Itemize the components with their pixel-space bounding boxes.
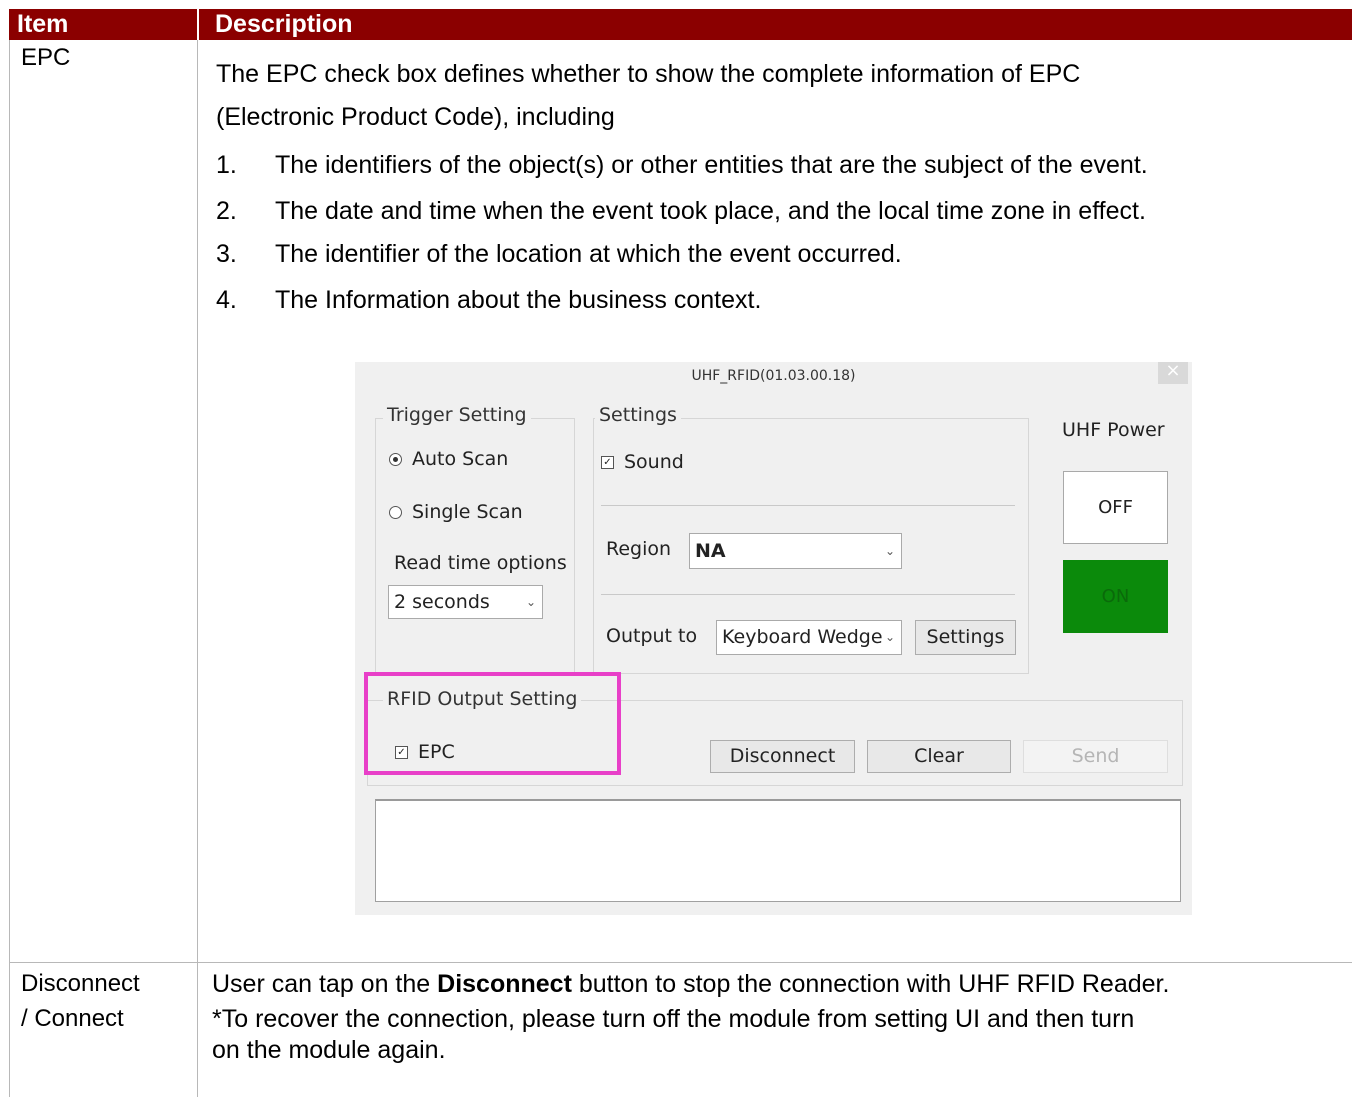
uhf-power-label: UHF Power bbox=[1062, 419, 1165, 441]
header-description: Description bbox=[215, 10, 353, 38]
single-scan-radio[interactable]: Single Scan bbox=[389, 501, 523, 523]
send-button[interactable]: Send bbox=[1023, 740, 1168, 773]
output-settings-button[interactable]: Settings bbox=[915, 620, 1016, 655]
sound-label: Sound bbox=[624, 451, 684, 473]
settings-group-label: Settings bbox=[595, 404, 681, 426]
radio-unselected-icon bbox=[389, 506, 402, 519]
description-text: button to stop the connection with UHF R… bbox=[571, 970, 1170, 998]
close-icon[interactable]: × bbox=[1158, 362, 1188, 384]
output-textbox[interactable] bbox=[375, 799, 1181, 902]
list-item-number: 2. bbox=[216, 197, 237, 225]
chevron-down-icon: ⌄ bbox=[884, 544, 895, 558]
settings-divider bbox=[601, 594, 1015, 595]
epc-description-line2: (Electronic Product Code), including bbox=[216, 103, 615, 131]
table-row-divider bbox=[9, 962, 1352, 963]
table-column-divider bbox=[197, 40, 198, 1097]
app-window-title: UHF_RFID(01.03.00.18) bbox=[691, 368, 856, 384]
radio-selected-icon bbox=[389, 453, 402, 466]
header-divider bbox=[197, 9, 199, 40]
region-value: NA bbox=[695, 540, 726, 562]
header-item: Item bbox=[17, 10, 69, 38]
settings-divider bbox=[601, 505, 1015, 506]
item-disconnect-line1: Disconnect bbox=[21, 970, 140, 997]
list-item-number: 1. bbox=[216, 151, 237, 179]
trigger-setting-label: Trigger Setting bbox=[383, 404, 531, 426]
item-epc: EPC bbox=[21, 44, 71, 71]
output-to-select[interactable]: Keyboard Wedge ⌄ bbox=[716, 620, 902, 655]
output-to-value: Keyboard Wedge bbox=[722, 626, 883, 648]
chevron-down-icon: ⌄ bbox=[525, 595, 536, 609]
list-item-number: 4. bbox=[216, 286, 237, 314]
description-text: User can tap on the bbox=[212, 970, 438, 998]
item-disconnect-line2: / Connect bbox=[21, 1005, 124, 1032]
disconnect-description-line1: User can tap on the Disconnect button to… bbox=[212, 969, 1169, 999]
read-time-label: Read time options bbox=[394, 552, 567, 574]
table-header: Item Description bbox=[9, 9, 1352, 40]
auto-scan-label: Auto Scan bbox=[412, 448, 509, 470]
region-select[interactable]: NA ⌄ bbox=[689, 533, 902, 569]
list-item: The identifier of the location at which … bbox=[275, 240, 902, 268]
description-bold-text: Disconnect bbox=[437, 970, 572, 998]
single-scan-label: Single Scan bbox=[412, 501, 523, 523]
checkbox-checked-icon: ✓ bbox=[601, 456, 614, 469]
disconnect-description-line3: on the module again. bbox=[212, 1036, 446, 1064]
chevron-down-icon: ⌄ bbox=[884, 630, 895, 644]
epc-description-line1: The EPC check box defines whether to sho… bbox=[216, 60, 1081, 88]
output-to-label: Output to bbox=[606, 625, 698, 647]
list-item: The identifiers of the object(s) or othe… bbox=[275, 151, 1148, 179]
disconnect-button[interactable]: Disconnect bbox=[710, 740, 855, 773]
read-time-value: 2 seconds bbox=[394, 591, 490, 613]
list-item: The Information about the business conte… bbox=[275, 286, 762, 314]
read-time-select[interactable]: 2 seconds ⌄ bbox=[388, 585, 543, 619]
table-left-border bbox=[9, 40, 10, 1097]
auto-scan-radio[interactable]: Auto Scan bbox=[389, 448, 508, 470]
clear-button[interactable]: Clear bbox=[867, 740, 1011, 773]
power-off-button[interactable]: OFF bbox=[1063, 471, 1168, 544]
list-item: The date and time when the event took pl… bbox=[275, 197, 1146, 225]
uhf-rfid-app-screenshot: UHF_RFID(01.03.00.18) × Trigger Setting … bbox=[355, 362, 1192, 915]
sound-checkbox[interactable]: ✓ Sound bbox=[601, 451, 684, 473]
power-on-button[interactable]: ON bbox=[1063, 560, 1168, 633]
epc-highlight-box bbox=[364, 672, 621, 775]
list-item-number: 3. bbox=[216, 240, 237, 268]
disconnect-description-line2: *To recover the connection, please turn … bbox=[212, 1005, 1135, 1033]
region-label: Region bbox=[606, 538, 672, 560]
